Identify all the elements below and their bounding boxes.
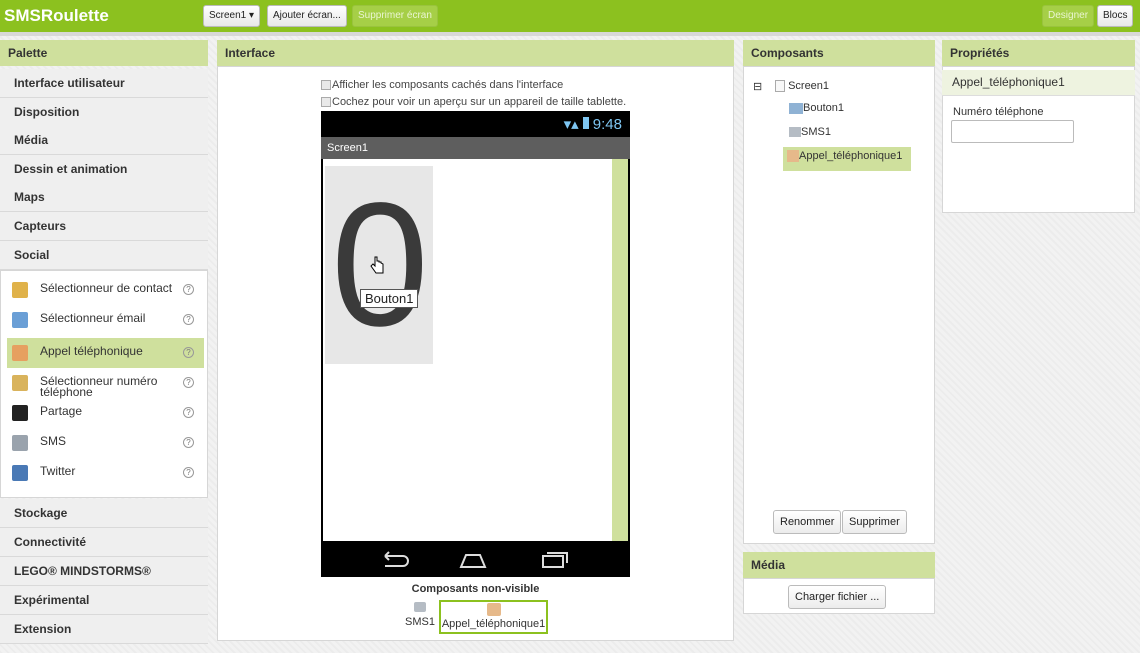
phone-preview: ▾▴ 9:48 Screen1 0: [321, 111, 630, 577]
palette-item[interactable]: Partage?: [7, 398, 204, 428]
palette-category[interactable]: Dessin et animation: [0, 154, 208, 184]
tree-collapse-toggle[interactable]: ⊟: [753, 80, 762, 93]
palette-category[interactable]: LEGO® MINDSTORMS®: [0, 557, 208, 586]
palette-category[interactable]: Stockage: [0, 499, 208, 528]
tree-label-sms1: SMS1: [801, 126, 831, 138]
sms-icon: [789, 127, 801, 138]
palette-item[interactable]: SMS?: [7, 428, 204, 458]
blocks-button[interactable]: Blocs: [1097, 5, 1134, 27]
palette-item[interactable]: Sélectionneur émail?: [7, 305, 204, 335]
toolbar-divider: [0, 32, 1140, 36]
hand-cursor-icon: [370, 255, 386, 275]
email-picker-icon: [12, 312, 28, 328]
screen-scrollbar[interactable]: [612, 159, 628, 541]
help-icon[interactable]: ?: [183, 467, 194, 478]
properties-component-name: Appel_téléphonique1: [942, 70, 1135, 96]
palette-category[interactable]: Capteurs: [0, 212, 208, 241]
palette-category[interactable]: Expérimental: [0, 586, 208, 615]
show-hidden-checkbox[interactable]: [321, 80, 331, 90]
remove-screen-button[interactable]: Supprimer écran: [352, 5, 438, 27]
sms-icon: [414, 602, 426, 612]
designer-button[interactable]: Designer: [1042, 5, 1095, 27]
wifi-signal-icon: ▾▴: [563, 116, 583, 133]
palette-category[interactable]: Extension: [0, 615, 208, 644]
component-tooltip: Bouton1: [360, 289, 419, 308]
help-icon[interactable]: ?: [183, 314, 194, 325]
social-component-list: Sélectionneur de contact? Sélectionneur é…: [0, 270, 208, 498]
button-icon: [789, 102, 803, 114]
viewer-header: Interface: [217, 40, 734, 66]
add-screen-button[interactable]: Ajouter écran...: [267, 5, 347, 27]
palette-category[interactable]: Média: [0, 126, 208, 156]
status-time: 9:48: [592, 116, 622, 133]
back-icon[interactable]: [384, 551, 409, 567]
nonvisible-phone-call[interactable]: Appel_téléphonique1: [439, 600, 548, 634]
palette-category[interactable]: Disposition: [0, 97, 208, 127]
tree-label-screen1: Screen1: [788, 80, 830, 92]
tree-item-screen1[interactable]: Screen1: [775, 80, 830, 93]
tree-item-bouton1[interactable]: Bouton1: [789, 102, 844, 114]
app-title[interactable]: SMSRoulette: [4, 6, 109, 26]
upload-file-button[interactable]: Charger fichier ...: [788, 585, 887, 609]
twitter-icon: [12, 465, 28, 481]
palette-category[interactable]: Maps: [0, 183, 208, 213]
palette-item[interactable]: Sélectionneur numéro téléphone?: [7, 368, 204, 398]
palette-item-label: Sélectionneur de contact: [40, 281, 173, 295]
palette-item[interactable]: Sélectionneur de contact?: [7, 275, 204, 305]
rename-button[interactable]: Renommer: [773, 510, 842, 534]
palette-item[interactable]: Twitter?: [7, 458, 204, 488]
help-icon[interactable]: ?: [183, 407, 194, 418]
battery-icon: [582, 117, 589, 129]
contact-picker-icon: [12, 282, 28, 298]
phone-call-icon: [12, 345, 28, 361]
palette-item-label: Appel téléphonique: [40, 344, 143, 358]
help-icon[interactable]: ?: [183, 377, 194, 388]
palette-category[interactable]: Social: [0, 240, 208, 270]
phone-number-input[interactable]: [951, 120, 1074, 143]
status-bar: ▾▴ 9:48: [564, 115, 622, 133]
android-nav-bar: [321, 543, 630, 577]
palette-item-label: Twitter: [40, 464, 76, 478]
palette-category[interactable]: Interface utilisateur: [0, 69, 208, 98]
help-icon[interactable]: ?: [183, 284, 194, 295]
delete-button[interactable]: Supprimer: [842, 510, 907, 534]
nonvisible-phone-call-label: Appel_téléphonique1: [441, 618, 546, 630]
tree-item-appel-telephonique1[interactable]: Appel_téléphonique1: [783, 147, 911, 171]
help-icon[interactable]: ?: [183, 347, 194, 358]
screen-canvas[interactable]: 0: [323, 159, 612, 541]
phone-call-icon: [486, 603, 501, 616]
screen-select[interactable]: Screen1 ▾: [203, 5, 261, 27]
nonvisible-header: Composants non-visible: [411, 583, 540, 595]
help-icon[interactable]: ?: [183, 437, 194, 448]
palette-category[interactable]: Connectivité: [0, 528, 208, 557]
phone-number-picker-icon: [12, 375, 28, 391]
palette-item-label: Sélectionneur numéro téléphone: [40, 374, 158, 399]
sms-icon: [12, 435, 28, 451]
show-hidden-label: Afficher les composants cachés dans l'in…: [332, 79, 564, 91]
nonvisible-sms[interactable]: SMS1: [405, 600, 435, 628]
tree-label-bouton1: Bouton1: [803, 102, 844, 114]
top-bar: SMSRoulette Screen1 ▾ Ajouter écran... S…: [0, 0, 1140, 32]
palette-item-label: Sélectionneur émail: [40, 311, 146, 325]
palette-item-label: Partage: [40, 404, 83, 418]
tablet-preview-label: Cochez pour voir un aperçu sur un appare…: [332, 96, 627, 108]
tree-item-sms1[interactable]: SMS1: [789, 126, 831, 138]
phone-call-icon: [787, 150, 799, 163]
tree-label-appel-telephonique1: Appel_téléphonique1: [799, 150, 903, 162]
components-header: Composants: [743, 40, 935, 66]
properties-header: Propriétés: [942, 40, 1135, 66]
screen-title-bar: Screen1: [321, 137, 630, 159]
share-icon: [12, 405, 28, 421]
components-panel: [743, 66, 935, 544]
recents-icon[interactable]: [542, 552, 568, 568]
nonvisible-sms-label: SMS1: [405, 616, 435, 628]
palette-header: Palette: [0, 40, 208, 66]
home-icon[interactable]: [459, 554, 487, 568]
tablet-preview-checkbox[interactable]: [321, 97, 331, 107]
palette-item-label: SMS: [40, 434, 67, 448]
screen-icon: [775, 80, 785, 93]
phone-number-label: Numéro téléphone: [953, 106, 1044, 118]
palette-item[interactable]: Appel téléphonique?: [7, 338, 204, 368]
media-header: Média: [743, 552, 935, 578]
